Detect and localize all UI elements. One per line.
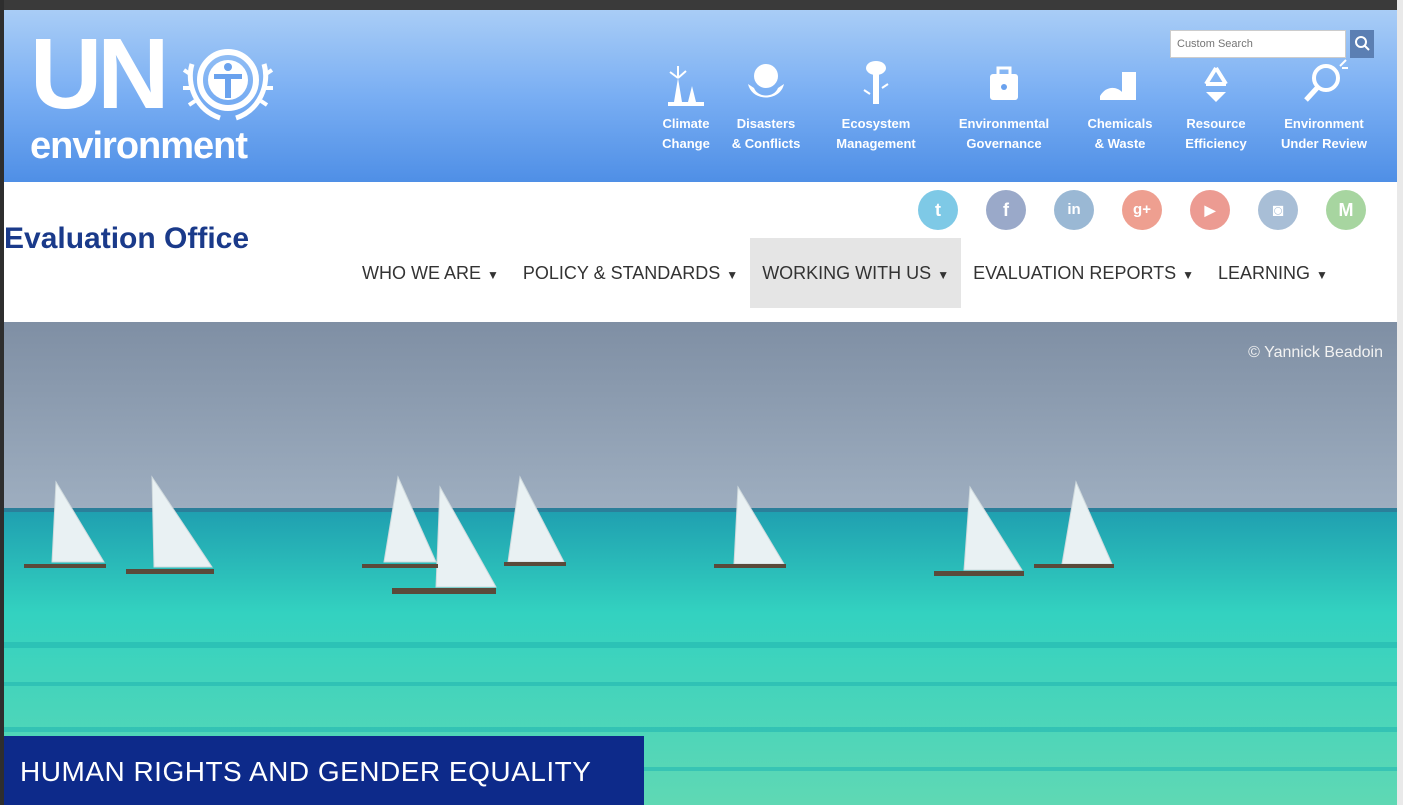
facebook-icon[interactable]: f xyxy=(986,190,1026,230)
topic-environmental-governance[interactable]: Environmental Governance xyxy=(942,58,1066,154)
caret-down-icon: ▼ xyxy=(726,268,739,282)
search-input[interactable] xyxy=(1170,30,1346,58)
topic-label: Chemicals & Waste xyxy=(1087,116,1153,151)
instagram-icon[interactable]: ◙ xyxy=(1258,190,1298,230)
environment-logo-text[interactable]: environment xyxy=(30,126,248,166)
topic-label: Resource Efficiency xyxy=(1185,116,1247,151)
google-plus-icon[interactable]: g+ xyxy=(1122,190,1162,230)
disasters-icon xyxy=(748,64,784,98)
nav-evaluation-reports[interactable]: EVALUATION REPORTS ▼ xyxy=(961,238,1206,308)
nav-working-with-us[interactable]: WORKING WITH US ▼ xyxy=(750,238,962,308)
topic-resource-efficiency[interactable]: Resource Efficiency xyxy=(1174,58,1258,154)
nav-label: LEARNING xyxy=(1218,263,1311,283)
topic-label: Environmental Governance xyxy=(958,116,1050,151)
un-logo-text[interactable]: UN xyxy=(30,24,169,124)
chemicals-icon xyxy=(1100,72,1136,100)
window-scroll-edge xyxy=(1397,0,1403,805)
topic-chemicals-waste[interactable]: Chemicals & Waste xyxy=(1076,58,1164,154)
topic-ecosystem-management[interactable]: Ecosystem Management xyxy=(824,58,928,154)
caret-down-icon: ▼ xyxy=(487,268,499,282)
climate-change-icon xyxy=(668,66,704,106)
nav-label: WORKING WITH US xyxy=(762,263,932,283)
caret-down-icon: ▼ xyxy=(937,268,950,282)
main-nav: WHO WE ARE ▼ POLICY & STANDARDS ▼ WORKING … xyxy=(350,238,1340,308)
governance-icon xyxy=(990,66,1018,100)
search-icon xyxy=(1355,36,1370,51)
site-header: UN environment Climate Change Disa xyxy=(4,10,1397,182)
nav-label: POLICY & STANDARDS xyxy=(522,263,721,283)
page-title[interactable]: Evaluation Office xyxy=(4,222,249,256)
nav-label: EVALUATION REPORTS xyxy=(973,263,1177,283)
caret-down-icon: ▼ xyxy=(1182,268,1195,282)
ecosystem-icon xyxy=(863,61,889,104)
hero-banner: © Yannick Beadoin HUMAN RIGHTS AND GENDE… xyxy=(4,322,1397,805)
search-button[interactable] xyxy=(1350,30,1374,58)
hero-title: HUMAN RIGHTS AND GENDER EQUALITY xyxy=(20,756,592,787)
un-emblem-icon xyxy=(182,49,274,121)
twitter-icon[interactable]: t xyxy=(918,190,958,230)
recycle-icon xyxy=(1204,66,1228,102)
hero-image xyxy=(4,322,1397,805)
nav-who-we-are[interactable]: WHO WE ARE ▼ xyxy=(350,238,511,308)
custom-search xyxy=(1170,30,1374,60)
nav-label: WHO WE ARE xyxy=(362,263,482,283)
nav-learning[interactable]: LEARNING ▼ xyxy=(1206,238,1340,308)
photo-credit: © Yannick Beadoin xyxy=(1248,344,1383,361)
youtube-icon[interactable]: ▶ xyxy=(1190,190,1230,230)
topic-label: Disasters & Conflicts xyxy=(731,116,801,151)
topic-label: Ecosystem Management xyxy=(836,116,916,151)
hero-title-box: HUMAN RIGHTS AND GENDER EQUALITY xyxy=(4,736,644,805)
caret-down-icon: ▼ xyxy=(1316,268,1328,282)
linkedin-icon[interactable]: in xyxy=(1054,190,1094,230)
medium-icon[interactable]: M xyxy=(1326,190,1366,230)
nav-policy-standards[interactable]: POLICY & STANDARDS ▼ xyxy=(511,238,750,308)
window-top-edge xyxy=(0,0,1403,10)
review-icon xyxy=(1304,59,1348,102)
topic-environment-under-review[interactable]: Environment Under Review xyxy=(1268,58,1380,154)
topic-disasters-conflicts[interactable]: Disasters & Conflicts xyxy=(722,58,810,154)
topic-label: Environment Under Review xyxy=(1281,116,1367,151)
